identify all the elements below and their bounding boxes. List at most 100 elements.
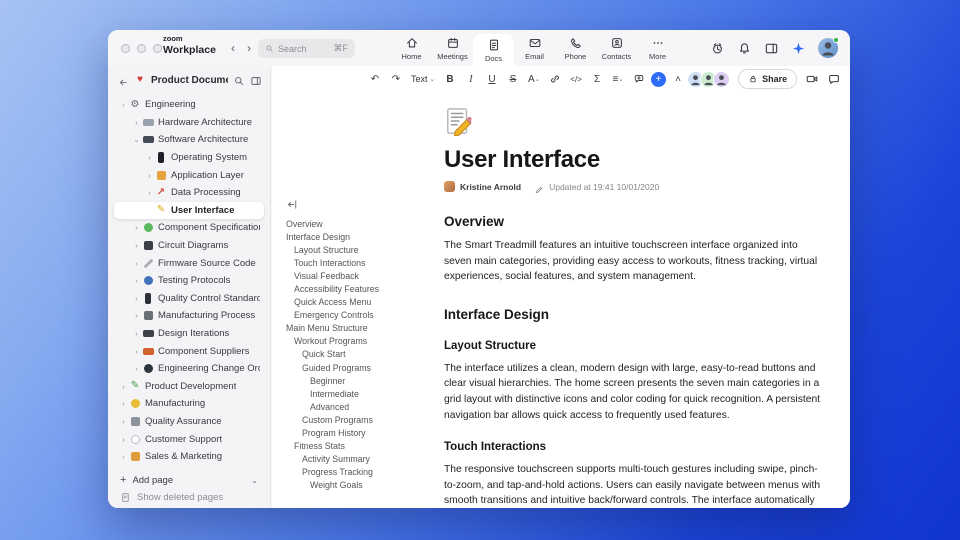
outline-item-activity-summary[interactable]: Activity Summary [286, 453, 438, 466]
chevron-right-icon[interactable]: › [131, 311, 142, 320]
chevron-right-icon[interactable]: › [131, 294, 142, 303]
sidebar-page-software-architecture[interactable]: ⌄ Software Architecture [114, 131, 264, 149]
back-icon[interactable] [118, 75, 129, 86]
chevron-down-icon[interactable]: ⌄ [131, 135, 142, 144]
sidebar-page-engineering[interactable]: › ⚙ Engineering [114, 96, 264, 114]
collaborator-avatar-3[interactable] [713, 70, 731, 88]
tab-meetings[interactable]: Meetings [432, 30, 473, 66]
panel-icon[interactable] [764, 41, 779, 56]
chevron-right-icon[interactable]: › [118, 399, 129, 408]
tab-email[interactable]: Email [514, 30, 555, 66]
text-style-dropdown[interactable]: Text ⌄ [408, 70, 438, 88]
outline-item-guided-programs[interactable]: Guided Programs [286, 361, 438, 374]
chevron-down-icon[interactable]: ⌄ [251, 476, 258, 485]
chevron-right-icon[interactable]: › [144, 153, 155, 162]
sidebar-page-design-iterations[interactable]: › Design Iterations [114, 325, 264, 343]
tab-more[interactable]: More [637, 30, 678, 66]
outline-item-accessibility-features[interactable]: Accessibility Features [286, 282, 438, 295]
tab-home[interactable]: Home [391, 30, 432, 66]
outline-item-progress-tracking[interactable]: Progress Tracking [286, 466, 438, 479]
share-button[interactable]: Share [738, 69, 798, 89]
sidebar-page-customer-support[interactable]: › Customer Support [114, 430, 264, 448]
outline-item-main-menu-structure[interactable]: Main Menu Structure [286, 322, 438, 335]
document-title[interactable]: User Interface [444, 146, 826, 174]
outline-item-quick-start[interactable]: Quick Start [286, 348, 438, 361]
outline-item-program-history[interactable]: Program History [286, 427, 438, 440]
sidebar-page-data-processing[interactable]: › ↗ Data Processing [114, 184, 264, 202]
bold-button[interactable]: B [441, 70, 459, 88]
globe-icon[interactable] [849, 72, 850, 86]
sidebar-page-engineering-change-orders[interactable]: › Engineering Change Orders [114, 360, 264, 378]
italic-button[interactable]: I [462, 70, 480, 88]
strikethrough-button[interactable]: S [504, 70, 522, 88]
chevron-right-icon[interactable]: › [144, 188, 155, 197]
redo-button[interactable]: ↷ [387, 70, 405, 88]
sidebar-page-testing-protocols[interactable]: › Testing Protocols [114, 272, 264, 290]
sidebar-search-icon[interactable] [233, 74, 245, 86]
sidebar-page-circuit-diagrams[interactable]: › Circuit Diagrams [114, 237, 264, 255]
outline-item-emergency-controls[interactable]: Emergency Controls [286, 309, 438, 322]
text-color-dropdown[interactable]: A ⌄ [525, 70, 543, 88]
outline-item-visual-feedback[interactable]: Visual Feedback [286, 269, 438, 282]
link-button[interactable] [546, 70, 564, 88]
outline-item-beginner[interactable]: Beginner [286, 374, 438, 387]
user-avatar[interactable] [818, 37, 839, 58]
document-emoji-memo-icon[interactable] [444, 106, 474, 137]
outline-item-weight-goals[interactable]: Weight Goals [286, 479, 438, 492]
sidebar-page-hardware-architecture[interactable]: › Hardware Architecture [114, 114, 264, 132]
chevron-right-icon[interactable]: › [144, 171, 155, 180]
list-dropdown[interactable]: ≡ ⌄ [609, 70, 627, 88]
sidebar-page-user-interface[interactable]: ✎ User Interface [114, 201, 264, 220]
outline-item-touch-interactions[interactable]: Touch Interactions [286, 256, 438, 269]
bell-icon[interactable] [737, 41, 752, 56]
sidebar-page-sales-marketing[interactable]: › Sales & Marketing [114, 448, 264, 466]
outline-item-quick-access-menu[interactable]: Quick Access Menu [286, 296, 438, 309]
tab-contacts[interactable]: Contacts [596, 30, 637, 66]
outline-item-custom-programs[interactable]: Custom Programs [286, 413, 438, 426]
collapse-toolbar-button[interactable]: ˄ [669, 70, 687, 88]
chevron-right-icon[interactable]: › [131, 347, 142, 356]
chat-icon[interactable] [827, 72, 841, 86]
sidebar-page-manufacturing-process[interactable]: › Manufacturing Process [114, 307, 264, 325]
chevron-right-icon[interactable]: › [131, 329, 142, 338]
sidebar-page-application-layer[interactable]: › Application Layer [114, 166, 264, 184]
doc-heading[interactable]: Interface Design [444, 307, 826, 322]
minimize-window-button[interactable] [137, 44, 146, 53]
add-page-button[interactable]: + Add page ⌄ [114, 471, 264, 489]
global-search-input[interactable]: Search ⌘F [258, 39, 355, 58]
outline-item-overview[interactable]: Overview [286, 217, 438, 230]
doc-paragraph[interactable]: The Smart Treadmill features an intuitiv… [444, 238, 826, 285]
chevron-right-icon[interactable]: › [118, 417, 129, 426]
ai-companion-button[interactable]: + [651, 71, 667, 87]
maximize-window-button[interactable] [153, 44, 162, 53]
sidebar-page-quality-assurance[interactable]: › Quality Assurance [114, 413, 264, 431]
sidebar-page-manufacturing[interactable]: › Manufacturing [114, 395, 264, 413]
chevron-right-icon[interactable]: › [131, 259, 142, 268]
chevron-right-icon[interactable]: › [118, 382, 129, 391]
sidebar-page-component-suppliers[interactable]: › Component Suppliers [114, 342, 264, 360]
outline-item-interface-design[interactable]: Interface Design [286, 230, 438, 243]
tab-phone[interactable]: Phone [555, 30, 596, 66]
chevron-right-icon[interactable]: › [131, 364, 142, 373]
doc-paragraph[interactable]: The responsive touchscreen supports mult… [444, 462, 826, 508]
sidebar-page-firmware-source-code[interactable]: › Firmware Source Code [114, 254, 264, 272]
chevron-right-icon[interactable]: › [118, 452, 129, 461]
sidebar-page-component-specifications[interactable]: › Component Specifications [114, 219, 264, 237]
code-button[interactable]: </> [567, 70, 585, 88]
undo-button[interactable]: ↶ [366, 70, 384, 88]
chevron-right-icon[interactable]: › [131, 276, 142, 285]
nav-forward-button[interactable]: › [240, 39, 258, 57]
collapse-outline-icon[interactable] [286, 198, 299, 211]
sidebar-page-quality-control-standards[interactable]: › Quality Control Standards [114, 290, 264, 308]
doc-heading[interactable]: Layout Structure [444, 340, 826, 352]
clock-icon[interactable] [710, 41, 725, 56]
doc-heading[interactable]: Overview [444, 214, 826, 229]
sidebar-page-product-development[interactable]: › ✎ Product Development [114, 378, 264, 396]
sparkle-icon[interactable] [791, 41, 806, 56]
underline-button[interactable]: U [483, 70, 501, 88]
show-deleted-pages-button[interactable]: Show deleted pages [114, 489, 264, 507]
outline-item-intermediate[interactable]: Intermediate [286, 387, 438, 400]
sidebar-page-operating-system[interactable]: › Operating System [114, 149, 264, 167]
tab-docs[interactable]: Docs [473, 34, 514, 66]
sidebar-panel-icon[interactable] [250, 74, 262, 86]
